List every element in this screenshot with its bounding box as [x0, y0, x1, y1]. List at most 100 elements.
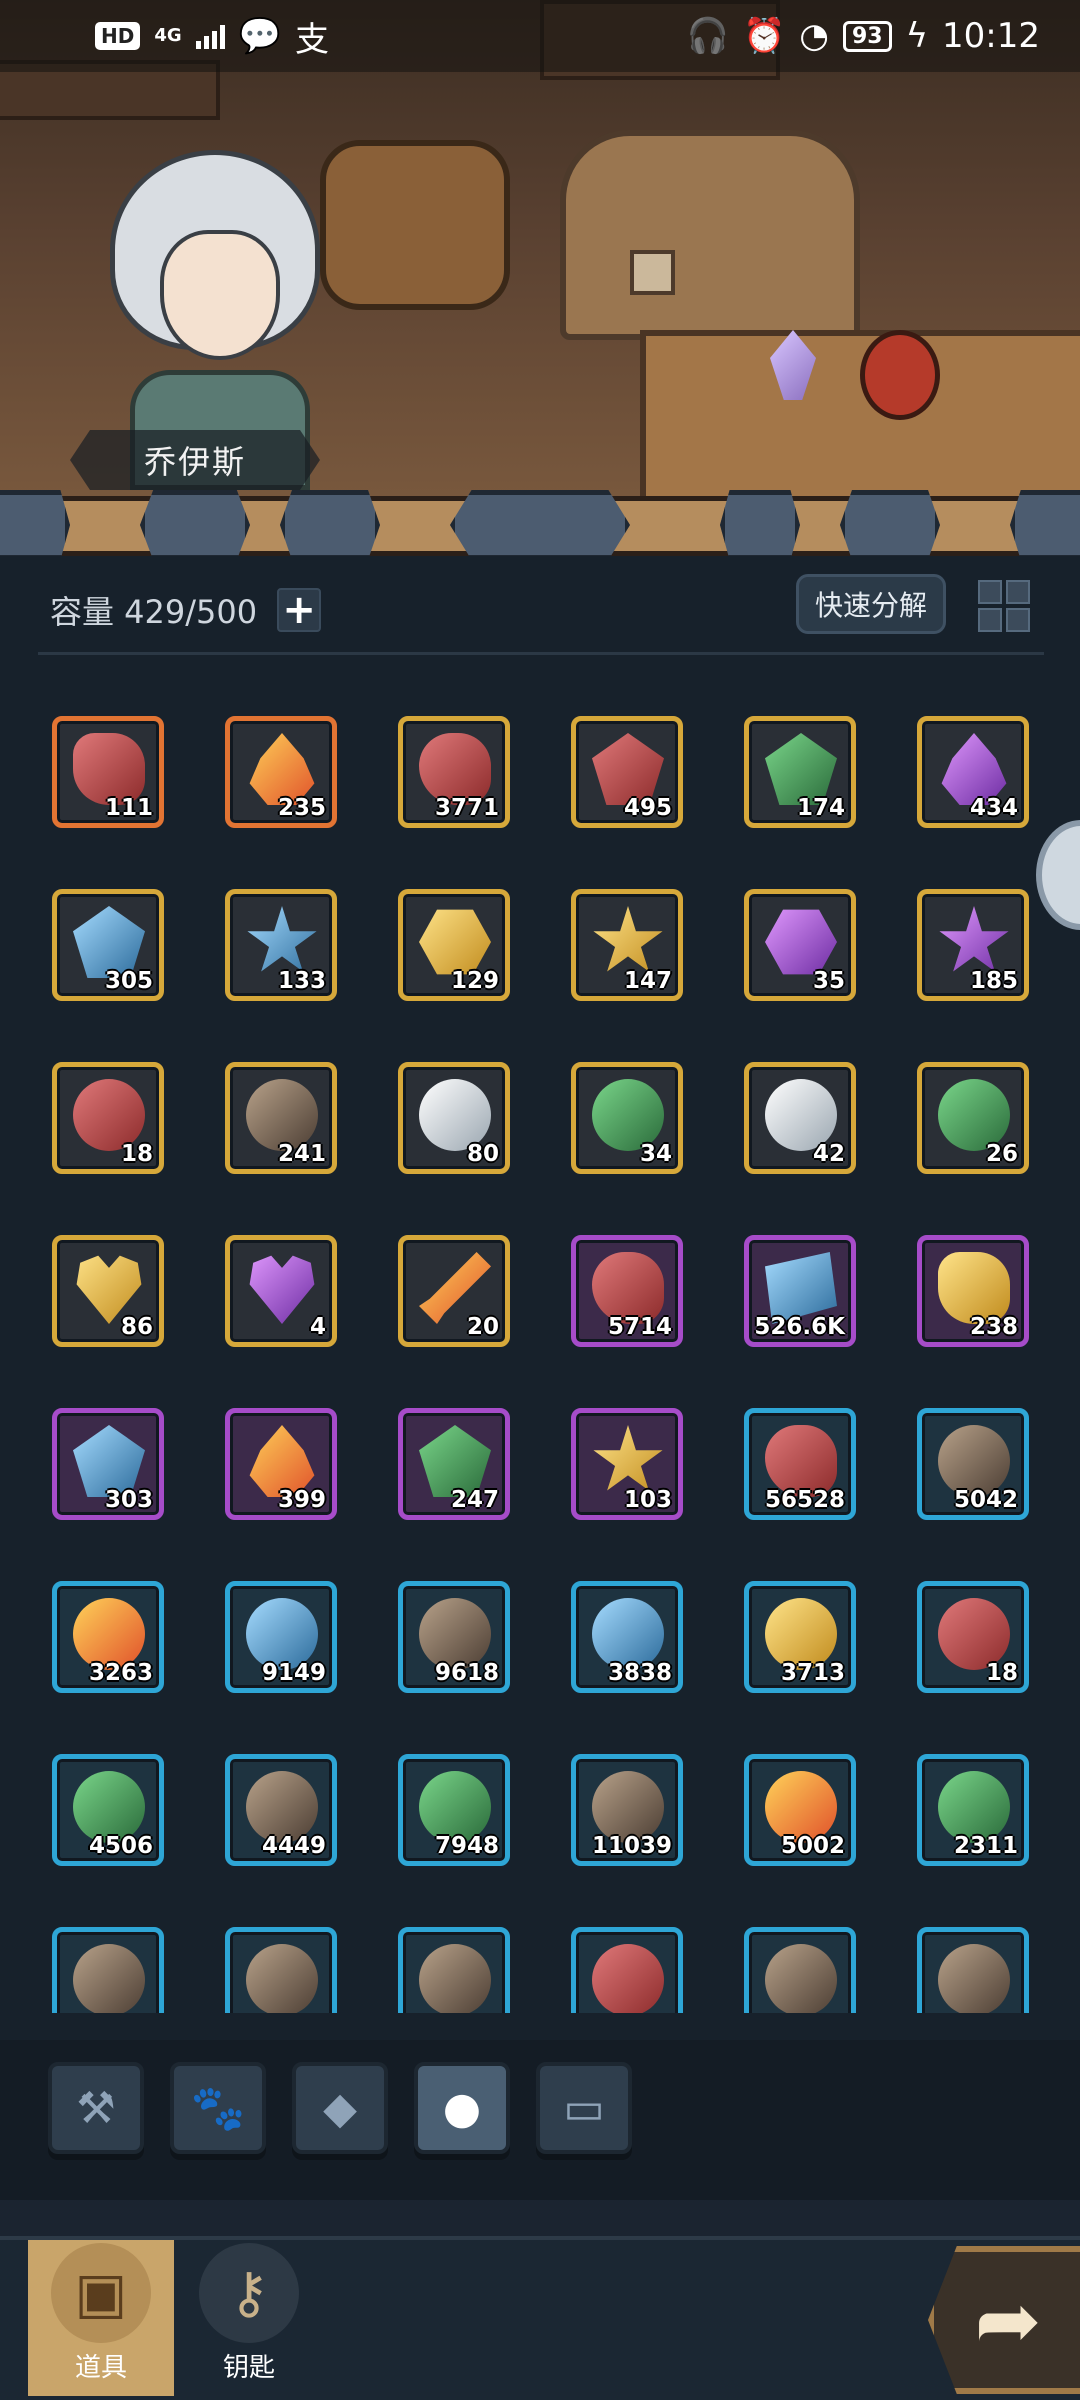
inventory-item[interactable]: 56528: [744, 1408, 856, 1520]
inventory-item[interactable]: 2311: [917, 1754, 1029, 1866]
tab-materials[interactable]: ●: [414, 2062, 510, 2154]
tab-chests[interactable]: ▭: [536, 2062, 632, 2154]
item-count: 238: [969, 1314, 1018, 1340]
nav-keys[interactable]: ⚷ 钥匙: [176, 2240, 322, 2396]
chest-lock: [630, 250, 675, 295]
paw-icon: 🐾: [190, 2083, 246, 2134]
alipay-icon: 支: [295, 19, 329, 60]
item-count: 185: [969, 968, 1018, 994]
inventory-item[interactable]: 35: [744, 889, 856, 1001]
nav-items[interactable]: ▣ 道具: [28, 2240, 174, 2396]
inventory-item[interactable]: 9618: [398, 1581, 510, 1693]
item-count: 18: [120, 1141, 153, 1167]
item-count: 434: [969, 795, 1018, 821]
inventory-item[interactable]: 103: [571, 1408, 683, 1520]
battery-icon: 93: [842, 20, 892, 52]
tab-pets[interactable]: 🐾: [170, 2062, 266, 2154]
item-count: 2311: [953, 1833, 1018, 1859]
inventory-item[interactable]: 9149: [225, 1581, 337, 1693]
hero-name: 乔伊斯: [70, 430, 320, 490]
inventory-item[interactable]: 86: [52, 1235, 164, 1347]
item-count: 5714: [607, 1314, 672, 1340]
inventory-item[interactable]: 174: [744, 716, 856, 828]
inventory-item[interactable]: 147: [571, 889, 683, 1001]
hero-face: [160, 230, 280, 360]
inventory-item[interactable]: 5042: [917, 1408, 1029, 1520]
inventory-header: 容量 429/500 +: [50, 578, 322, 642]
inventory-item[interactable]: 5714: [571, 1235, 683, 1347]
inventory-item[interactable]: 4449: [225, 1754, 337, 1866]
border-rivet: [140, 490, 250, 560]
inventory-item[interactable]: 18: [52, 1062, 164, 1174]
inventory-item[interactable]: 3838: [571, 1581, 683, 1693]
inventory-item[interactable]: 18: [917, 1581, 1029, 1693]
inventory-item[interactable]: [744, 1927, 856, 2013]
inventory-item[interactable]: 3713: [744, 1581, 856, 1693]
inventory-item[interactable]: 247: [398, 1408, 510, 1520]
item-count: 4449: [261, 1833, 326, 1859]
proceed-arrow-button[interactable]: ➦: [928, 2246, 1080, 2394]
item-count: 9618: [434, 1660, 499, 1686]
inventory-item[interactable]: 5002: [744, 1754, 856, 1866]
inventory-item[interactable]: 26: [917, 1062, 1029, 1174]
inventory-item[interactable]: 133: [225, 889, 337, 1001]
hammer-icon: ⚒: [76, 2082, 116, 2134]
inventory-item[interactable]: [917, 1927, 1029, 2013]
item-count: 247: [450, 1487, 499, 1513]
inventory-item[interactable]: 399: [225, 1408, 337, 1520]
grid-view-icon[interactable]: [976, 578, 1032, 634]
red-green-demon-portrait-icon: [592, 1944, 664, 2013]
inventory-item[interactable]: [398, 1927, 510, 2013]
inventory-item[interactable]: 495: [571, 716, 683, 828]
capacity-label: 容量 429/500: [50, 593, 258, 631]
inventory-item[interactable]: 3263: [52, 1581, 164, 1693]
inventory-item[interactable]: 303: [52, 1408, 164, 1520]
inventory-item[interactable]: 241: [225, 1062, 337, 1174]
inventory-item[interactable]: [225, 1927, 337, 2013]
inventory-item[interactable]: 4: [225, 1235, 337, 1347]
inventory-item[interactable]: 34: [571, 1062, 683, 1174]
inventory-item[interactable]: 80: [398, 1062, 510, 1174]
jar-decoration: [320, 140, 510, 310]
item-count: 20: [466, 1314, 499, 1340]
inventory-item[interactable]: 7948: [398, 1754, 510, 1866]
item-count: 3838: [607, 1660, 672, 1686]
expand-capacity-button[interactable]: +: [277, 588, 322, 632]
nav-keys-label: 钥匙: [222, 2353, 275, 2383]
inventory-item[interactable]: [571, 1927, 683, 2013]
inventory-item[interactable]: 111: [52, 716, 164, 828]
item-count: 235: [277, 795, 326, 821]
inventory-item[interactable]: 11039: [571, 1754, 683, 1866]
inventory-item[interactable]: 3771: [398, 716, 510, 828]
item-count: 495: [623, 795, 672, 821]
item-count: 174: [796, 795, 845, 821]
item-count: 3713: [780, 1660, 845, 1686]
treasure-chest: [560, 130, 860, 340]
item-count: 303: [104, 1487, 153, 1513]
inventory-item[interactable]: [52, 1927, 164, 2013]
quick-decompose-button[interactable]: 快速分解: [796, 574, 946, 634]
item-count: 129: [450, 968, 499, 994]
inventory-item[interactable]: 434: [917, 716, 1029, 828]
inventory-item[interactable]: 20: [398, 1235, 510, 1347]
inventory-item[interactable]: 526.6K: [744, 1235, 856, 1347]
item-grid: 111 235 3771 495 174 434 305 133 129 147 35 185 18 24…: [0, 680, 1080, 2013]
inventory-item[interactable]: 235: [225, 716, 337, 828]
item-count: 9149: [261, 1660, 326, 1686]
item-count: 35: [812, 968, 845, 994]
inventory-item[interactable]: 129: [398, 889, 510, 1001]
hero-scene: 乔伊斯: [0, 0, 1080, 520]
key-icon: ⚷: [199, 2243, 299, 2343]
chest-icon: ▣: [51, 2243, 151, 2343]
inventory-item[interactable]: 42: [744, 1062, 856, 1174]
item-count: 147: [623, 968, 672, 994]
inventory-item[interactable]: 305: [52, 889, 164, 1001]
tab-equipment[interactable]: ⚒: [48, 2062, 144, 2154]
network-type: 4G: [154, 25, 182, 46]
inventory-item[interactable]: 185: [917, 889, 1029, 1001]
arrow-icon: ➦: [974, 2273, 1042, 2367]
inventory-item[interactable]: 4506: [52, 1754, 164, 1866]
item-count: 5002: [780, 1833, 845, 1859]
inventory-item[interactable]: 238: [917, 1235, 1029, 1347]
tab-gems[interactable]: ◆: [292, 2062, 388, 2154]
